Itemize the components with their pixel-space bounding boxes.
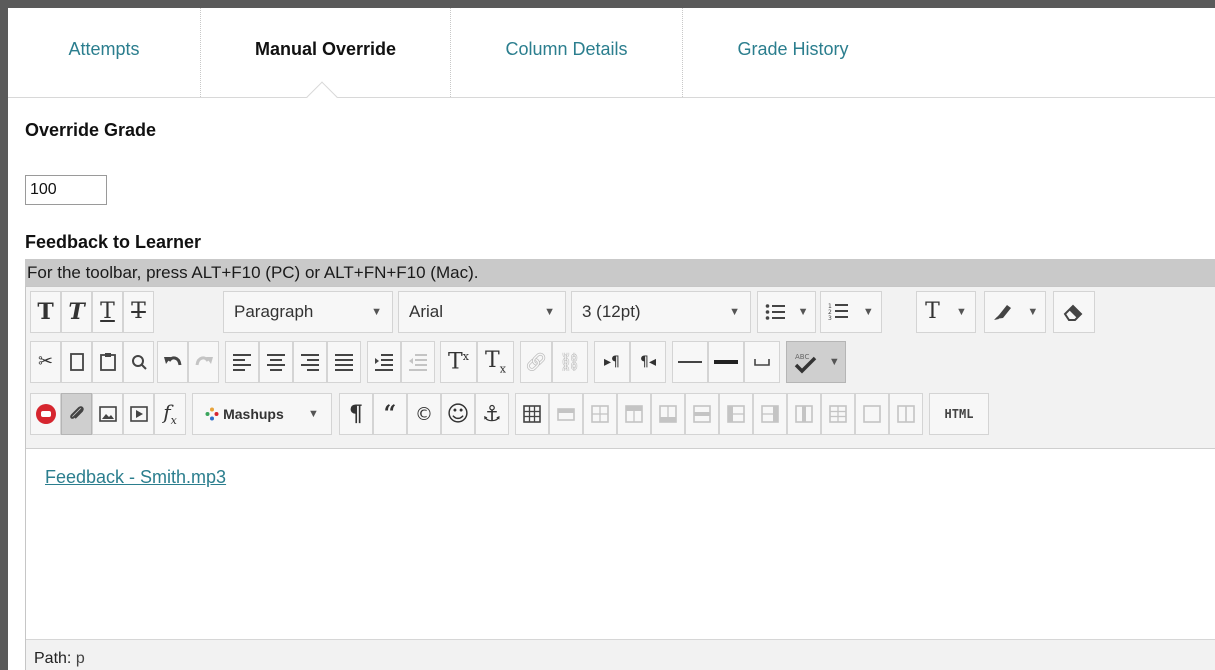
size-select-value: 3 (12pt) <box>582 302 641 321</box>
bullet-list-icon <box>765 303 785 321</box>
insert-row-before-icon[interactable] <box>617 393 651 435</box>
insert-row-after-icon[interactable] <box>651 393 685 435</box>
svg-text:ABC: ABC <box>795 353 809 361</box>
align-right-icon[interactable] <box>293 341 327 383</box>
copyright-icon[interactable]: © <box>407 393 441 435</box>
align-center-icon[interactable] <box>259 341 293 383</box>
indent-icon[interactable] <box>367 341 401 383</box>
toolbar-hint: For the toolbar, press ALT+F10 (PC) or A… <box>25 259 1215 286</box>
subscript-icon[interactable]: Tx <box>477 341 514 383</box>
record-icon[interactable] <box>30 393 61 435</box>
highlight-icon <box>992 302 1014 322</box>
mashups-button[interactable]: Mashups ▼ <box>192 393 332 435</box>
copy-icon[interactable] <box>61 341 92 383</box>
override-grade-input[interactable] <box>25 175 107 205</box>
format-select-value: Paragraph <box>234 302 314 321</box>
insert-col-after-icon[interactable] <box>753 393 787 435</box>
eraser-button[interactable] <box>1053 291 1095 333</box>
mashups-icon <box>205 407 219 421</box>
eraser-icon <box>1063 302 1085 322</box>
redo-icon[interactable] <box>188 341 219 383</box>
chevron-down-icon[interactable]: ▼ <box>956 306 967 318</box>
line-icon[interactable] <box>708 341 744 383</box>
undo-icon[interactable] <box>157 341 188 383</box>
chevron-down-icon: ▼ <box>544 306 555 318</box>
merge-cells-icon[interactable] <box>855 393 889 435</box>
split-cells-icon[interactable] <box>821 393 855 435</box>
media-icon[interactable] <box>123 393 154 435</box>
text-color-icon: T <box>925 299 940 324</box>
delete-col-icon[interactable] <box>787 393 821 435</box>
tab-attempts[interactable]: Attempts <box>8 8 201 97</box>
tab-manual-override[interactable]: Manual Override <box>201 8 451 97</box>
link-icon[interactable]: 🔗︎ <box>520 341 552 383</box>
horizontal-rule-icon[interactable] <box>672 341 708 383</box>
emoticon-icon[interactable]: ☺ <box>441 393 475 435</box>
path-value[interactable]: p <box>76 650 85 667</box>
chevron-down-icon: ▼ <box>371 306 382 318</box>
table-cell-props-icon[interactable] <box>583 393 617 435</box>
anchor-icon[interactable]: ⚓︎ <box>475 393 509 435</box>
bold-icon[interactable]: T <box>30 291 61 333</box>
size-select[interactable]: 3 (12pt) ▼ <box>571 291 751 333</box>
chevron-down-icon: ▼ <box>729 306 740 318</box>
quote-icon[interactable]: “ <box>373 393 407 435</box>
image-icon[interactable] <box>92 393 123 435</box>
justify-icon[interactable] <box>327 341 361 383</box>
svg-text:3: 3 <box>828 315 832 322</box>
html-source-button[interactable]: HTML <box>929 393 989 435</box>
feedback-audio-link[interactable]: Feedback - Smith.mp3 <box>45 467 226 488</box>
font-select-value: Arial <box>409 302 444 321</box>
bullet-list-button[interactable]: ▼ <box>757 291 816 333</box>
math-icon[interactable]: fx <box>154 393 186 435</box>
table-row-props-icon[interactable] <box>549 393 583 435</box>
outdent-icon[interactable] <box>401 341 435 383</box>
feedback-label: Feedback to Learner <box>25 232 202 252</box>
chevron-down-icon[interactable]: ▼ <box>863 306 874 318</box>
format-select[interactable]: Paragraph ▼ <box>223 291 393 333</box>
attach-icon[interactable] <box>61 393 92 435</box>
override-grade-label: Override Grade <box>25 120 157 140</box>
highlight-button[interactable]: ▼ <box>984 291 1046 333</box>
mashups-label: Mashups <box>223 406 284 422</box>
column-layout-icon[interactable] <box>889 393 923 435</box>
html-source-label: HTML <box>944 407 974 421</box>
strikethrough-icon[interactable]: T <box>123 291 154 333</box>
tab-bar: Attempts Manual Override Column Details … <box>8 8 1215 113</box>
cut-icon[interactable]: ✂ <box>30 341 61 383</box>
italic-icon[interactable]: T <box>61 291 92 333</box>
chevron-down-icon[interactable]: ▼ <box>798 306 809 318</box>
insert-col-before-icon[interactable] <box>719 393 753 435</box>
find-icon[interactable] <box>123 341 154 383</box>
rtl-icon[interactable]: ¶◂ <box>630 341 666 383</box>
chevron-down-icon[interactable]: ▼ <box>308 408 319 420</box>
feedback-editor: T T T T Paragraph ▼ Arial ▼ 3 (12pt) ▼ ▼ <box>25 286 1215 670</box>
spellcheck-icon: ABC <box>792 350 818 374</box>
path-label: Path: <box>34 650 72 667</box>
font-select[interactable]: Arial ▼ <box>398 291 566 333</box>
text-color-button[interactable]: T ▼ <box>916 291 976 333</box>
table-icon[interactable] <box>515 393 549 435</box>
superscript-icon[interactable]: Tx <box>440 341 477 383</box>
ltr-icon[interactable]: ▸¶ <box>594 341 630 383</box>
spellcheck-button[interactable]: ABC ▼ <box>786 341 846 383</box>
nbsp-icon[interactable] <box>744 341 780 383</box>
align-left-icon[interactable] <box>225 341 259 383</box>
window-frame: Attempts Manual Override Column Details … <box>0 0 1215 670</box>
numbered-list-icon: 123 <box>828 302 849 322</box>
editor-toolbar: T T T T Paragraph ▼ Arial ▼ 3 (12pt) ▼ ▼ <box>26 287 1215 449</box>
unlink-icon[interactable]: ⛓︎ <box>552 341 588 383</box>
paste-icon[interactable] <box>92 341 123 383</box>
chevron-down-icon[interactable]: ▼ <box>829 356 840 368</box>
delete-row-icon[interactable] <box>685 393 719 435</box>
underline-icon[interactable]: T <box>92 291 123 333</box>
tab-grade-history[interactable]: Grade History <box>683 8 903 97</box>
chevron-down-icon[interactable]: ▼ <box>1027 306 1038 318</box>
editor-path-bar: Path: p <box>26 639 1215 670</box>
paragraph-mark-icon[interactable]: ¶ <box>339 393 373 435</box>
numbered-list-button[interactable]: 123 ▼ <box>820 291 882 333</box>
tab-column-details[interactable]: Column Details <box>451 8 683 97</box>
